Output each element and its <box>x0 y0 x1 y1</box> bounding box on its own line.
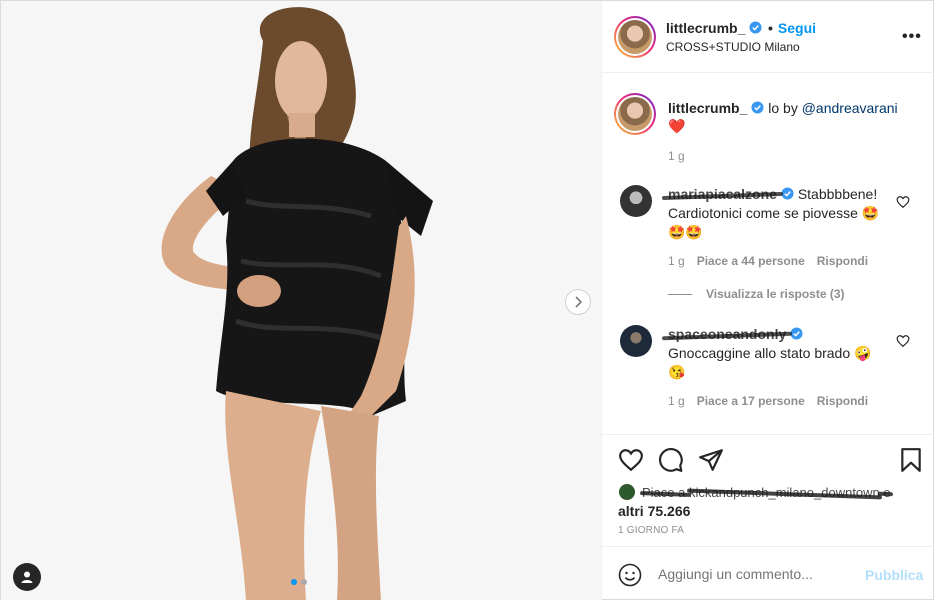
likes-count[interactable]: altri 75.266 <box>618 503 690 519</box>
comment-text: spaceoneandonly Gnoccaggine allo stato b… <box>668 326 872 380</box>
next-photo-button[interactable] <box>565 289 591 315</box>
reply-button[interactable]: Rispondi <box>817 254 868 268</box>
commenter-username[interactable]: spaceoneandonly <box>668 326 786 342</box>
location-link[interactable]: CROSS+STUDIO Milano <box>666 40 800 54</box>
more-options-button[interactable]: ••• <box>902 28 922 46</box>
replies-divider <box>668 293 692 295</box>
tags-button[interactable] <box>13 563 41 591</box>
post-header: littlecrumb_ • Segui CROSS+STUDIO Milano … <box>602 1 934 73</box>
liker-avatar <box>618 483 636 501</box>
caption-username[interactable]: littlecrumb_ <box>668 100 764 116</box>
verified-badge-icon <box>749 21 762 34</box>
author-username[interactable]: littlecrumb_ <box>666 20 762 36</box>
comment-text: mariapiacalzone Stabbbbene! Cardiotonici… <box>668 186 880 240</box>
instagram-post-view: littlecrumb_ • Segui CROSS+STUDIO Milano … <box>0 0 934 600</box>
action-bar: Piace a kickandpunch_milano_downtown e a… <box>602 434 934 546</box>
commenter-avatar[interactable] <box>620 185 652 217</box>
comment-likes-link[interactable]: Piace a 17 persone <box>697 394 805 408</box>
reply-button[interactable]: Rispondi <box>817 394 868 408</box>
comment-like-icon[interactable] <box>896 334 910 348</box>
likes-summary[interactable]: Piace a kickandpunch_milano_downtown e a… <box>618 483 918 520</box>
caption-avatar[interactable] <box>614 93 656 135</box>
add-comment-bar: Pubblica <box>602 546 934 600</box>
comment-likes-link[interactable]: Piace a 44 persone <box>697 254 805 268</box>
verified-badge-icon <box>751 101 764 114</box>
chevron-right-icon <box>575 296 583 308</box>
view-replies-button[interactable]: Visualizza le risposte (3) <box>668 287 845 301</box>
post-media[interactable] <box>1 1 601 600</box>
post-photo <box>1 1 601 600</box>
mention-link[interactable]: @andreavarani <box>802 100 898 116</box>
post-panel: littlecrumb_ • Segui CROSS+STUDIO Milano … <box>601 1 934 600</box>
carousel-dot <box>301 579 307 585</box>
comment-meta: 1 g Piace a 44 persone Rispondi <box>668 254 869 268</box>
bookmark-icon[interactable] <box>898 447 924 473</box>
post-timestamp: 1 GIORNO FA <box>618 525 685 536</box>
caption-text: littlecrumb_ lo by @andreavarani ❤️ <box>668 100 898 134</box>
liker-username[interactable]: kickandpunch_milano_downtown <box>689 485 880 500</box>
carousel-dot-active <box>291 579 297 585</box>
avatar[interactable] <box>614 16 656 58</box>
comment-input[interactable] <box>658 566 848 582</box>
heart-outline-icon[interactable] <box>618 447 644 473</box>
commenter-avatar[interactable] <box>620 325 652 357</box>
smiley-icon[interactable] <box>618 563 642 587</box>
publish-button[interactable]: Pubblica <box>865 567 923 583</box>
verified-badge-icon <box>790 327 803 340</box>
follow-button[interactable]: • Segui <box>768 20 816 36</box>
user-tag-icon <box>21 571 33 583</box>
caption-time: 1 g <box>668 149 685 163</box>
comment-meta: 1 g Piace a 17 persone Rispondi <box>668 394 869 408</box>
comment-icon[interactable] <box>658 447 684 473</box>
paper-plane-icon[interactable] <box>698 447 724 473</box>
comment-like-icon[interactable] <box>896 195 910 209</box>
caption-emoji: ❤️ <box>668 118 686 134</box>
carousel-indicator <box>291 579 307 585</box>
commenter-username[interactable]: mariapiacalzone <box>668 186 777 202</box>
